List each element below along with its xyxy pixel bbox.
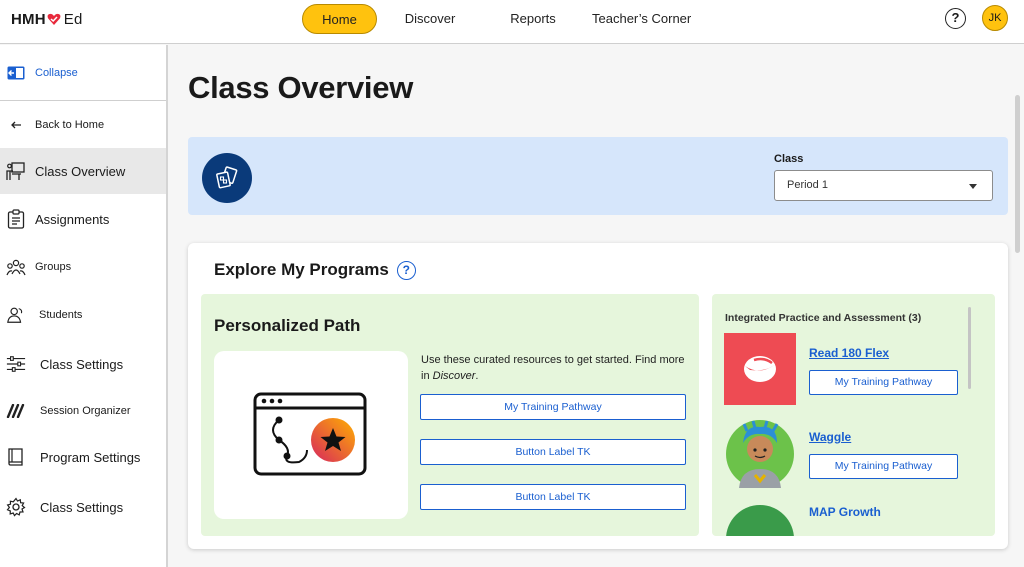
sidebar-item-class-overview[interactable]: Class Overview — [0, 148, 166, 194]
explore-programs-card: Explore My Programs ? Personalized Path — [188, 243, 1008, 549]
programs-title: Explore My Programs — [214, 260, 389, 279]
button-label-tk-1[interactable]: Button Label TK — [420, 439, 686, 465]
gear-icon — [6, 497, 26, 517]
sidebar-item-label: Program Settings — [40, 449, 141, 465]
classroom-icon — [6, 161, 26, 181]
map-growth-link[interactable]: MAP Growth — [809, 505, 881, 519]
waggle-link[interactable]: Waggle — [809, 430, 851, 444]
nav-teachers-corner[interactable]: Teacher’s Corner — [592, 4, 691, 34]
read-180-icon — [744, 356, 776, 382]
nav-home[interactable]: Home — [302, 4, 377, 34]
my-training-pathway-button[interactable]: My Training Pathway — [420, 394, 686, 420]
button-label-tk-2[interactable]: Button Label TK — [420, 484, 686, 510]
students-icon — [6, 305, 26, 325]
sidebar-item-label: Class Settings — [40, 499, 124, 515]
personalized-path-panel: Personalized Path Use these curated reso… — [201, 294, 699, 536]
class-select[interactable]: Period 1 — [774, 170, 993, 201]
discover-link[interactable]: Discover — [433, 370, 476, 382]
read-180-training-pathway-button[interactable]: My Training Pathway — [809, 370, 958, 395]
waggle-character-icon — [726, 420, 794, 488]
sidebar-item-label: Class Overview — [35, 163, 126, 179]
heart-check-icon — [47, 13, 61, 25]
collapse-button[interactable]: Collapse — [0, 45, 166, 101]
sidebar-item-students[interactable]: Students — [0, 292, 166, 338]
waggle-logo — [724, 418, 796, 490]
sidebar-item-session-organizer[interactable]: Session Organizer — [0, 388, 166, 434]
avatar[interactable]: JK — [982, 5, 1008, 31]
map-growth-logo — [724, 503, 796, 536]
collapse-label: Collapse — [35, 66, 78, 79]
sidebar-item-label: Groups — [35, 261, 72, 273]
class-select-label: Class — [774, 153, 804, 165]
sidebar-item-back-to-home[interactable]: Back to Home — [0, 102, 166, 148]
chevron-down-icon — [969, 184, 977, 189]
hmh-ed-logo[interactable]: HMH Ed — [11, 11, 83, 28]
sidebar-item-label: Class Settings — [40, 356, 124, 372]
sliders-icon — [6, 354, 26, 374]
page-scrollbar[interactable] — [1015, 95, 1020, 253]
main-nav: Home Discover Reports Teacher’s Corner — [302, 4, 691, 34]
read-180-flex-link[interactable]: Read 180 Flex — [809, 346, 889, 360]
integrated-practice-scrollbar[interactable] — [968, 307, 971, 389]
personalized-path-description: Use these curated resources to get start… — [421, 352, 691, 384]
collapse-icon — [7, 66, 25, 79]
top-navigation-bar: HMH Ed Home Discover Reports Teacher’s C… — [0, 0, 1024, 44]
sidebar-item-class-settings[interactable]: Class Settings — [0, 341, 166, 387]
nav-reports[interactable]: Reports — [478, 4, 588, 34]
sidebar-item-groups[interactable]: Groups — [0, 244, 166, 290]
integrated-practice-panel: Integrated Practice and Assessment (3) R… — [712, 294, 995, 536]
sidebar: Collapse Back to Home Class Overview Ass… — [0, 45, 168, 567]
clipboard-icon — [6, 209, 26, 229]
question-circle-icon[interactable]: ? — [396, 260, 416, 280]
page-title: Class Overview — [188, 70, 414, 105]
sidebar-item-label: Back to Home — [35, 119, 105, 131]
map-growth-icon — [726, 505, 794, 536]
logo-ed-text: Ed — [63, 11, 83, 28]
class-select-value: Period 1 — [787, 179, 828, 191]
personalized-path-illustration — [214, 351, 408, 519]
nav-discover[interactable]: Discover — [390, 4, 470, 34]
integrated-practice-title: Integrated Practice and Assessment (3) — [725, 312, 922, 324]
groups-icon — [6, 257, 26, 277]
waggle-training-pathway-button[interactable]: My Training Pathway — [809, 454, 958, 479]
sidebar-item-assignments[interactable]: Assignments — [0, 196, 166, 242]
back-arrow-icon — [6, 115, 26, 135]
sidebar-item-label: Students — [39, 309, 83, 321]
path-window-icon — [253, 392, 367, 476]
sidebar-item-label: Session Organizer — [40, 405, 131, 417]
programs-heading: Explore My Programs ? — [214, 260, 416, 280]
description-suffix: . — [475, 370, 479, 382]
read-180-flex-logo — [724, 333, 796, 405]
help-icon[interactable]: ? — [945, 8, 966, 29]
personalized-path-title: Personalized Path — [214, 316, 361, 335]
sidebar-item-label: Assignments — [35, 211, 110, 227]
class-banner: Class Period 1 — [188, 137, 1008, 215]
sidebar-item-class-settings-2[interactable]: Class Settings — [0, 484, 166, 530]
logo-hmh-text: HMH — [11, 11, 46, 28]
class-cards-icon — [202, 153, 252, 203]
book-icon — [6, 447, 26, 467]
sidebar-item-program-settings[interactable]: Program Settings — [0, 434, 166, 480]
session-organizer-icon — [6, 401, 26, 421]
